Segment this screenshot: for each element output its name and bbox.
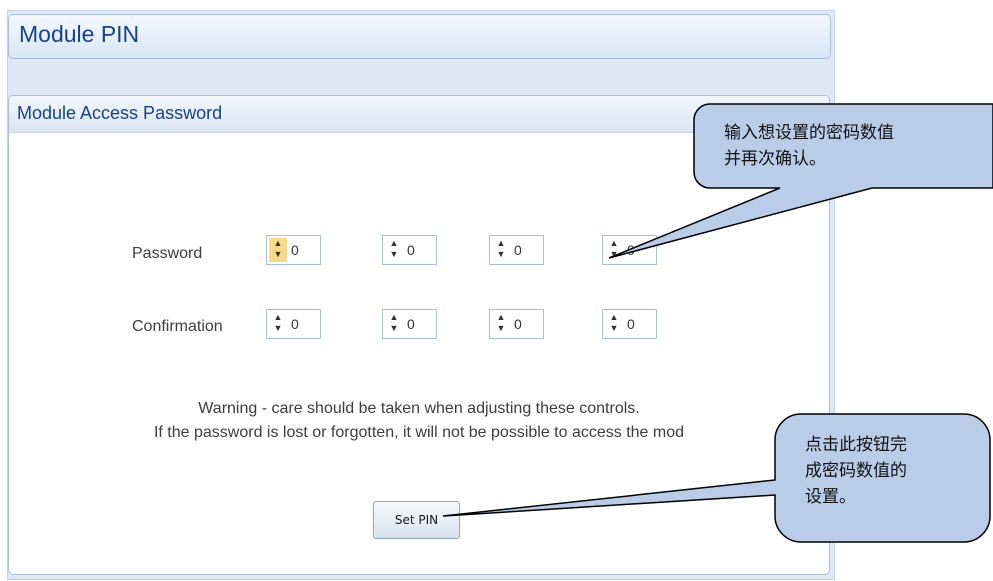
title-bar: Module PIN: [8, 14, 831, 59]
spinner-arrows-icon[interactable]: ▲ ▼: [385, 312, 403, 336]
set-pin-callout-text: 点击此按钮完 成密码数值的 设置。: [805, 432, 907, 510]
confirmation-digit-4-spinner[interactable]: ▲ ▼ 0: [602, 309, 657, 339]
password-digit-2-value[interactable]: 0: [407, 242, 415, 258]
password-callout-text: 输入想设置的密码数值 并再次确认。: [724, 120, 894, 172]
password-digit-3-spinner[interactable]: ▲ ▼ 0: [489, 235, 544, 265]
password-callout-line-2: 并再次确认。: [724, 149, 826, 169]
warning-line-2: If the password is lost or forgotten, it…: [153, 424, 685, 441]
confirmation-digit-1-spinner[interactable]: ▲ ▼ 0: [266, 309, 321, 339]
spinner-arrows-icon[interactable]: ▲ ▼: [492, 238, 510, 262]
password-label: Password: [132, 245, 203, 262]
set-pin-callout-line-3: 设置。: [805, 487, 856, 507]
spinner-arrows-icon[interactable]: ▲ ▼: [385, 238, 403, 262]
confirmation-digit-3-value[interactable]: 0: [514, 316, 522, 332]
password-digit-4-spinner[interactable]: ▲ ▼ 0: [602, 235, 657, 265]
spinner-arrows-icon[interactable]: ▲ ▼: [492, 312, 510, 336]
password-digit-2-spinner[interactable]: ▲ ▼ 0: [382, 235, 437, 265]
confirmation-label: Confirmation: [132, 318, 223, 335]
confirmation-digit-2-spinner[interactable]: ▲ ▼ 0: [382, 309, 437, 339]
spinner-arrows-icon[interactable]: ▲ ▼: [605, 312, 623, 336]
password-digit-1-value[interactable]: 0: [291, 242, 299, 258]
set-pin-callout-line-1: 点击此按钮完: [805, 435, 907, 455]
confirmation-digit-3-spinner[interactable]: ▲ ▼ 0: [489, 309, 544, 339]
group-title: Module Access Password: [17, 103, 223, 123]
confirmation-digit-4-value[interactable]: 0: [627, 316, 635, 332]
page-title: Module PIN: [19, 21, 140, 47]
password-callout-line-1: 输入想设置的密码数值: [724, 123, 894, 143]
set-pin-callout-line-2: 成密码数值的: [805, 461, 907, 481]
password-digit-1-spinner[interactable]: ▲ ▼ 0: [266, 235, 321, 265]
spinner-arrows-icon[interactable]: ▲ ▼: [269, 238, 287, 262]
password-digit-4-value[interactable]: 0: [627, 242, 635, 258]
spinner-arrows-icon[interactable]: ▲ ▼: [269, 312, 287, 336]
set-pin-button[interactable]: Set PIN: [373, 501, 460, 539]
confirmation-digit-2-value[interactable]: 0: [407, 316, 415, 332]
spinner-arrows-icon[interactable]: ▲ ▼: [605, 238, 623, 262]
confirmation-digit-1-value[interactable]: 0: [291, 316, 299, 332]
password-digit-3-value[interactable]: 0: [514, 242, 522, 258]
warning-line-1: Warning - care should be taken when adju…: [198, 400, 640, 417]
group-header: Module Access Password: [9, 96, 829, 133]
